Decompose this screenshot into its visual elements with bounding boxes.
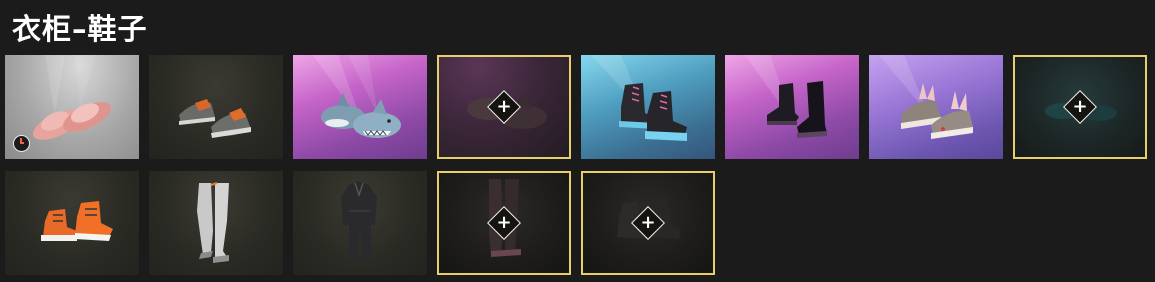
wardrobe-item-blue-sole-combat-boots[interactable] bbox=[581, 55, 715, 159]
wardrobe-item-pink-slide-sandals[interactable] bbox=[5, 55, 139, 159]
wardrobe-item-orange-high-top-sneakers[interactable] bbox=[5, 171, 139, 275]
wardrobe-item-orange-grey-sneakers[interactable] bbox=[149, 55, 283, 159]
wardrobe-item-black-leather-boots[interactable] bbox=[725, 55, 859, 159]
wardrobe-item-bunny-sneakers[interactable] bbox=[869, 55, 1003, 159]
black-leather-boots-icon bbox=[767, 81, 827, 138]
orange-high-top-sneakers-icon bbox=[41, 201, 113, 241]
bunny-sneakers-icon bbox=[901, 83, 973, 139]
orange-grey-sneakers-icon bbox=[179, 99, 251, 138]
grey-thigh-high-boots-icon bbox=[197, 182, 229, 263]
wardrobe-item-dark-ankle-boots[interactable]: + bbox=[581, 171, 715, 275]
wardrobe-item-teal-shoes[interactable]: + bbox=[1013, 55, 1147, 159]
black-outfit-suit-icon bbox=[341, 181, 377, 263]
shark-slippers-icon bbox=[321, 93, 401, 138]
wardrobe-item-grey-thigh-high-boots[interactable] bbox=[149, 171, 283, 275]
wardrobe-item-dark-thigh-high-boots[interactable]: + bbox=[437, 171, 571, 275]
blue-sole-combat-boots-icon bbox=[619, 83, 687, 141]
wardrobe-item-black-outfit-suit[interactable] bbox=[293, 171, 427, 275]
timer-icon bbox=[13, 135, 30, 152]
wardrobe-item-dark-shark-slippers[interactable]: + bbox=[437, 55, 571, 159]
page-title: 衣柜–鞋子 bbox=[12, 12, 148, 46]
wardrobe-item-shark-slippers[interactable] bbox=[293, 55, 427, 159]
